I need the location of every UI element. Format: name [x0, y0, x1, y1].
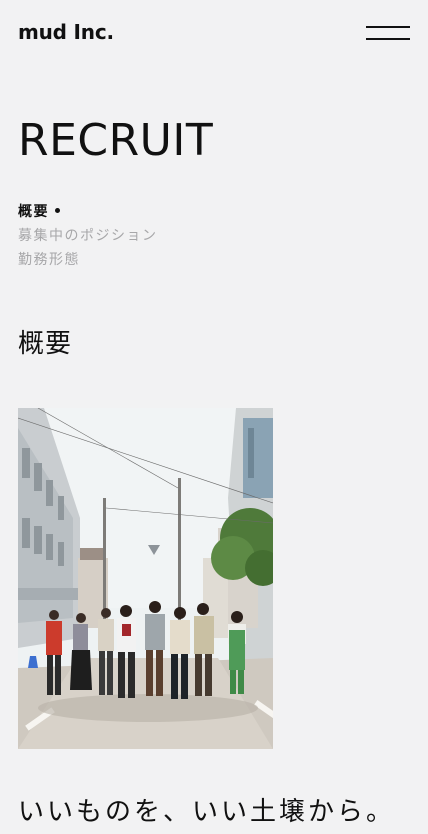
- menu-bar-top: [366, 26, 410, 28]
- street-scene-illustration: [18, 408, 273, 749]
- subnav-item-overview[interactable]: 概要: [18, 200, 158, 224]
- section-heading: 概要: [18, 329, 73, 359]
- subnav-item-open-positions[interactable]: 募集中のポジション: [18, 224, 158, 248]
- active-indicator-dot: [55, 207, 60, 213]
- page-title: RECRUIT: [18, 115, 214, 166]
- subnav-item-label: 勤務形態: [18, 252, 80, 268]
- subnav-item-work-style[interactable]: 勤務形態: [18, 248, 158, 272]
- site-logo[interactable]: mud Inc.: [18, 20, 114, 44]
- subnav-item-label: 概要: [18, 204, 49, 220]
- hamburger-menu-icon[interactable]: [366, 22, 410, 44]
- menu-bar-bottom: [366, 38, 410, 40]
- site-header: mud Inc.: [0, 0, 428, 70]
- tagline: いいものを、いい土壌から。: [18, 797, 396, 827]
- hero-photo: [18, 408, 273, 749]
- section-subnav: 概要 募集中のポジション 勤務形態: [18, 200, 158, 272]
- subnav-item-label: 募集中のポジション: [18, 228, 158, 244]
